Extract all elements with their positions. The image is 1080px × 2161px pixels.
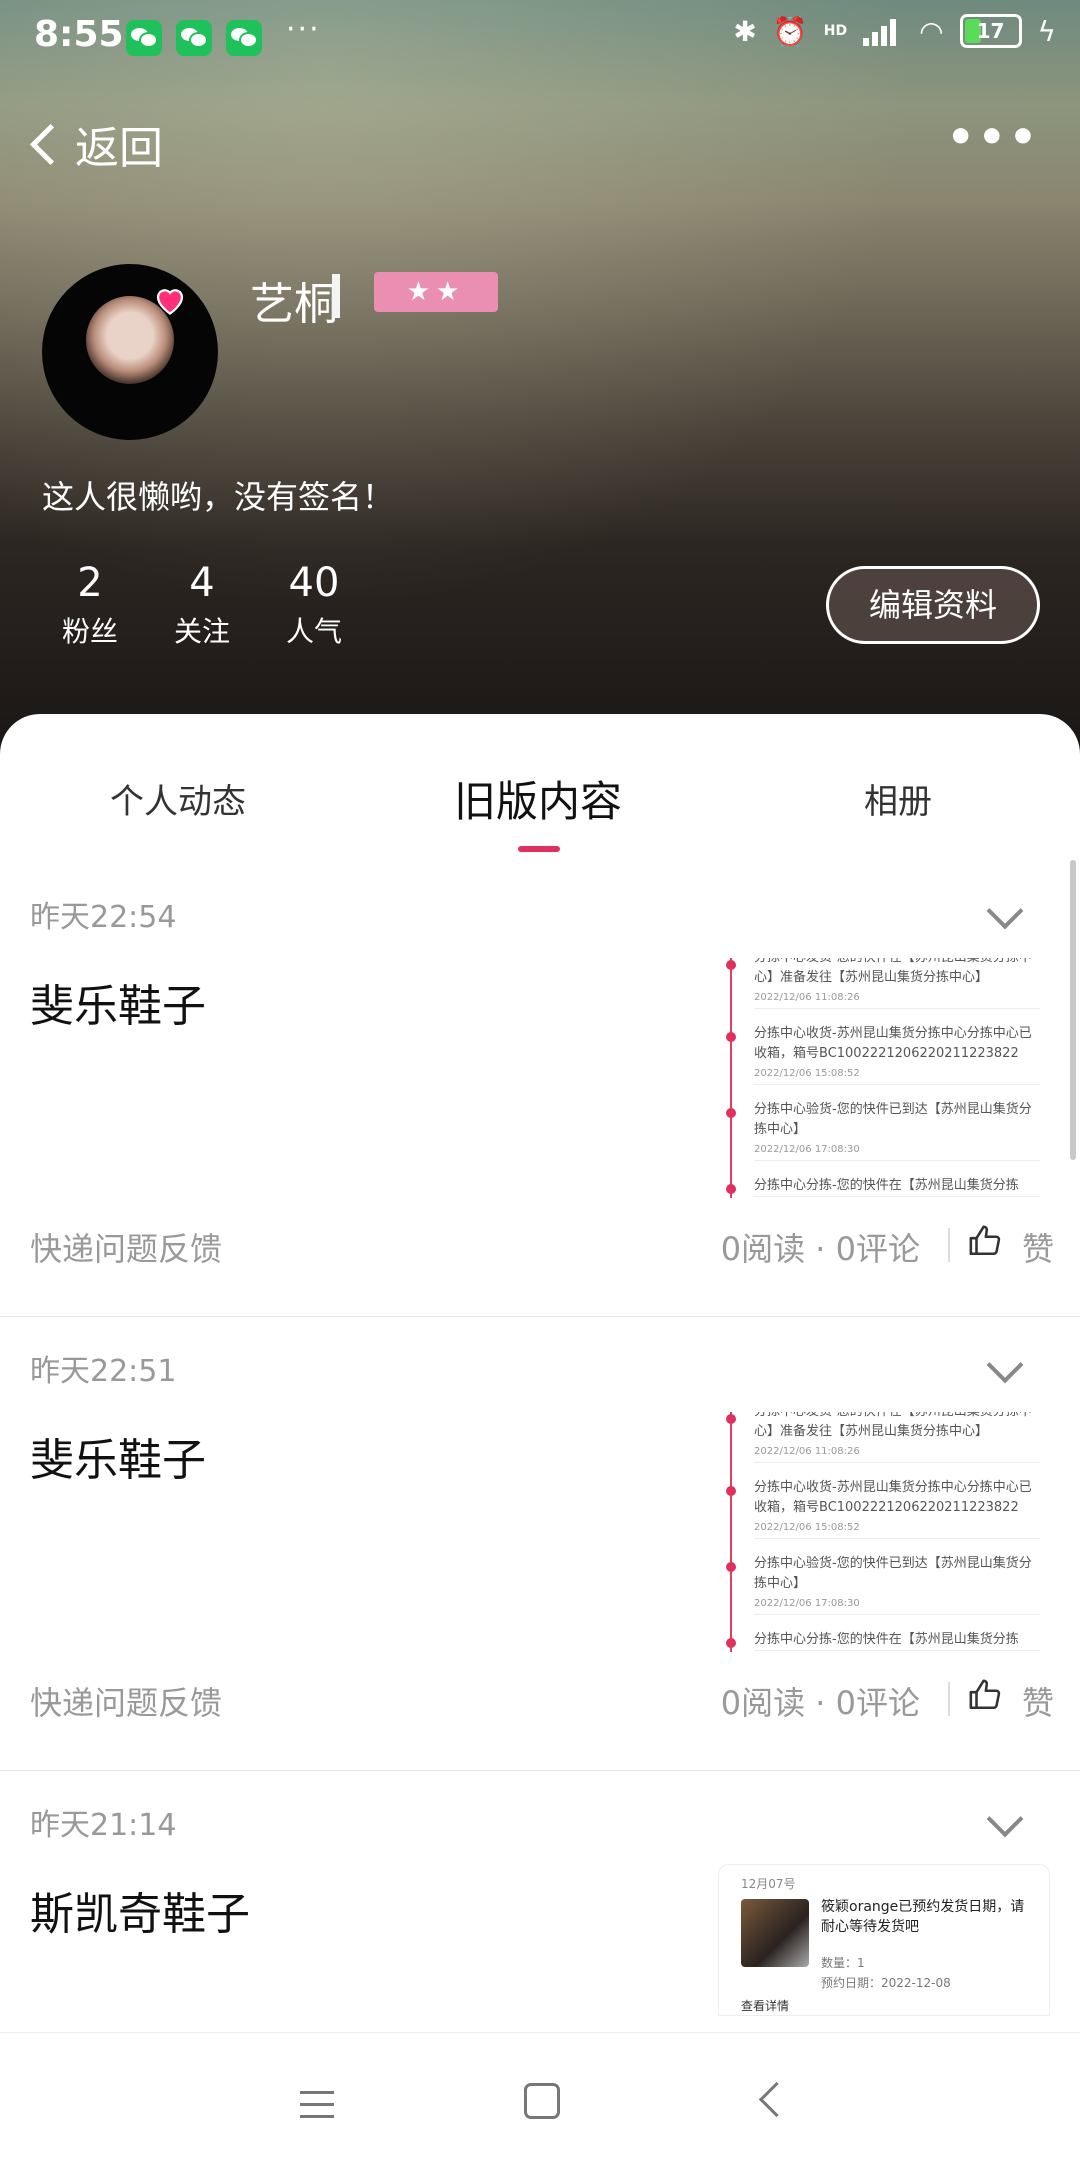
timeline-entry: 分拣中心分拣-您的快件在【苏州昆山集货分拣 (754, 1176, 1040, 1197)
post-item[interactable]: 昨天22:54 斐乐鞋子 分拣中心发货-您的快件在【苏州昆山集货分拣中心】准备发… (0, 862, 1080, 1317)
timeline-entry: 分拣中心分拣-您的快件在【苏州昆山集货分拣 (754, 1630, 1040, 1651)
like-label[interactable]: 赞 (1022, 1678, 1054, 1724)
tab-bar: 个人动态 旧版内容 相册 (0, 774, 1080, 854)
timeline-dot (726, 1638, 736, 1648)
post-title[interactable]: 斐乐鞋子 (30, 1424, 206, 1488)
stat-label: 关注 (173, 615, 230, 648)
shoe-image (741, 1899, 809, 1967)
timeline-dot (726, 1184, 736, 1194)
timeline-entry: 分拣中心验货-您的快件已到达【苏州昆山集货分拣中心】 2022/12/06 17:… (754, 1100, 1040, 1161)
stat-fans[interactable]: 2 粉丝 (34, 560, 146, 650)
wifi-icon: ◠ (919, 14, 944, 48)
timeline-dot (726, 1108, 736, 1118)
wechat-icon (176, 20, 212, 56)
status-bar: 8:55 ··· ✱ ⏰ HD ◠ 17 ϟ (0, 0, 1080, 76)
timeline-entry: 分拣中心收货-苏州昆山集货分拣中心分拣中心已收箱，箱号BC10022212062… (754, 1024, 1040, 1085)
signal-icon (863, 16, 903, 46)
wechat-icon (126, 20, 162, 56)
stat-label: 粉丝 (61, 615, 118, 648)
chevron-left-icon (29, 123, 72, 165)
back-icon[interactable] (758, 2081, 795, 2118)
bluetooth-icon: ✱ (733, 14, 757, 48)
edit-profile-button[interactable]: 编辑资料 (826, 566, 1040, 644)
timeline-entry: 分拣中心发货-您的快件在【苏州昆山集货分拣中心】准备发往【苏州昆山集货分拣中心】… (754, 958, 1040, 1009)
chevron-down-icon[interactable] (986, 1800, 1024, 1838)
chevron-down-icon[interactable] (986, 1346, 1024, 1384)
wechat-icon (226, 20, 262, 56)
post-stats: 0阅读 · 0评论 (720, 1230, 920, 1268)
timeline-entry: 分拣中心收货-苏州昆山集货分拣中心分拣中心已收箱，箱号BC10022212062… (754, 1478, 1040, 1539)
order-view-details: 查看详情 (741, 1999, 790, 2013)
post-time: 昨天22:54 (30, 900, 177, 935)
avatar[interactable] (42, 264, 218, 440)
thumbs-up-icon[interactable] (968, 1224, 1002, 1258)
post-item[interactable]: 昨天21:14 斯凯奇鞋子 12月07号 筱颖orange已预约发货日期，请耐心… (0, 1770, 1080, 2034)
order-details: 数量：1 预约日期：2022-12-08 (821, 1956, 951, 1990)
timeline-entry: 分拣中心验货-您的快件已到达【苏州昆山集货分拣中心】 2022/12/06 17:… (754, 1554, 1040, 1615)
stat-value: 40 (288, 560, 340, 606)
timeline-dot (726, 960, 736, 970)
like-label[interactable]: 赞 (1022, 1224, 1054, 1270)
order-message: 筱颖orange已预约发货日期，请耐心等待发货吧 (821, 1899, 1025, 1935)
timeline-line (730, 958, 732, 1198)
post-time: 昨天22:51 (30, 1354, 177, 1389)
system-navigation-bar (0, 2032, 1080, 2161)
username: 艺桐 (250, 279, 338, 330)
post-thumbnail[interactable]: 12月07号 筱颖orange已预约发货日期，请耐心等待发货吧 数量：1 预约日… (718, 1864, 1050, 2016)
divider (948, 1682, 950, 1716)
timeline-dot (726, 1414, 736, 1424)
post-time: 昨天21:14 (30, 1808, 177, 1843)
stat-following[interactable]: 4 关注 (146, 560, 258, 650)
post-category[interactable]: 快递问题反馈 (30, 1224, 222, 1270)
stats-row: 2 粉丝 4 关注 40 人气 (34, 560, 370, 650)
post-category[interactable]: 快递问题反馈 (30, 1678, 222, 1724)
level-badge (332, 274, 340, 318)
charging-icon: ϟ (1037, 14, 1056, 48)
back-button[interactable]: 返回 (26, 112, 163, 176)
post-title[interactable]: 斐乐鞋子 (30, 970, 206, 1034)
hd-label: HD (823, 23, 848, 39)
battery-icon: 17 (959, 14, 1022, 48)
menu-icon[interactable] (300, 2091, 334, 2127)
stat-label: 人气 (285, 615, 342, 648)
tab-album[interactable]: 相册 (864, 774, 932, 823)
tab-indicator (518, 846, 560, 852)
stat-popularity: 40 人气 (258, 560, 370, 650)
tab-personal-updates[interactable]: 个人动态 (110, 774, 246, 823)
stat-value: 4 (189, 560, 215, 606)
more-notifications-icon: ··· (286, 12, 321, 47)
heart-icon (156, 289, 184, 315)
timeline-dot (726, 1562, 736, 1572)
content-card: 个人动态 旧版内容 相册 昨天22:54 斐乐鞋子 分拣中心发货-您的快件在【苏… (0, 714, 1080, 2034)
post-thumbnail[interactable]: 分拣中心发货-您的快件在【苏州昆山集货分拣中心】准备发往【苏州昆山集货分拣中心】… (720, 1412, 1040, 1652)
post-item[interactable]: 昨天22:51 斐乐鞋子 分拣中心发货-您的快件在【苏州昆山集货分拣中心】准备发… (0, 1316, 1080, 1771)
post-thumbnail[interactable]: 分拣中心发货-您的快件在【苏州昆山集货分拣中心】准备发往【苏州昆山集货分拣中心】… (720, 958, 1040, 1198)
chevron-down-icon[interactable] (986, 892, 1024, 930)
status-time: 8:55 (34, 14, 124, 55)
timeline-dot (726, 1486, 736, 1496)
back-label: 返回 (75, 123, 163, 174)
home-icon[interactable] (524, 2083, 560, 2119)
tab-old-content[interactable]: 旧版内容 (454, 768, 622, 829)
timeline-line (730, 1412, 732, 1652)
post-title[interactable]: 斯凯奇鞋子 (30, 1878, 250, 1942)
timeline-dot (726, 1032, 736, 1042)
timeline-entry: 分拣中心发货-您的快件在【苏州昆山集货分拣中心】准备发往【苏州昆山集货分拣中心】… (754, 1412, 1040, 1463)
divider (948, 1228, 950, 1262)
alarm-icon: ⏰ (772, 14, 808, 48)
post-stats: 0阅读 · 0评论 (720, 1684, 920, 1722)
thumbs-up-icon[interactable] (968, 1678, 1002, 1712)
signature: 这人很懒哟，没有签名！ (42, 478, 395, 516)
order-date: 12月07号 (741, 1877, 796, 1891)
stat-value: 2 (77, 560, 103, 606)
star-badge: ★★ (374, 272, 498, 312)
more-options-button[interactable]: ••• (947, 112, 1040, 163)
